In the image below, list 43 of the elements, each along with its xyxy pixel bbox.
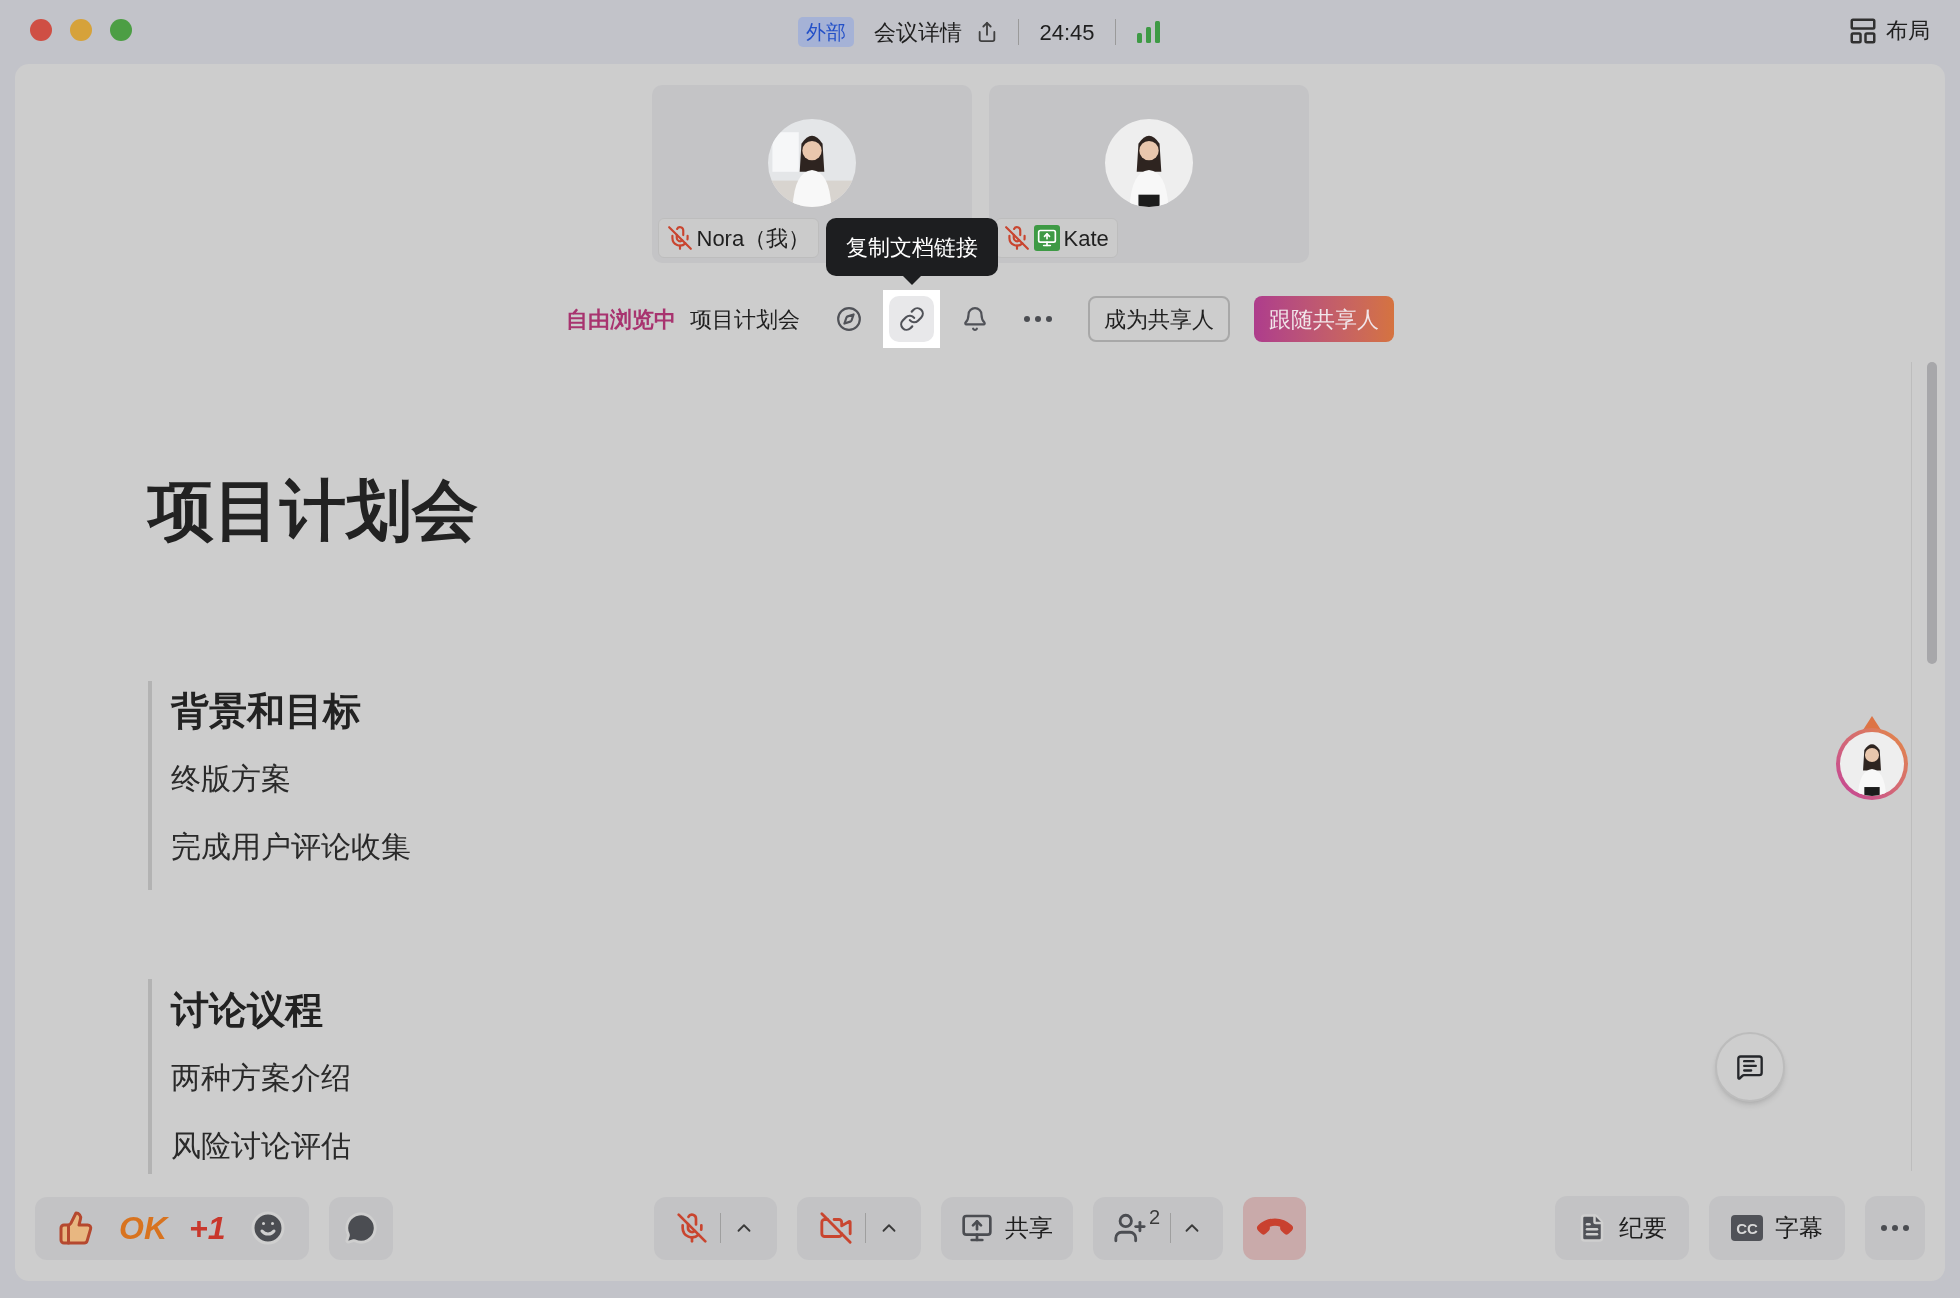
meeting-timer: 24:45 <box>1039 18 1095 47</box>
layout-button[interactable]: 布局 <box>1848 14 1930 47</box>
more-button[interactable] <box>1865 1196 1925 1260</box>
tooltip-pointer <box>902 276 921 285</box>
section-item: 终版方案 <box>171 761 291 797</box>
browsing-status: 自由浏览中 <box>566 305 676 334</box>
compass-icon <box>835 306 862 332</box>
section-item: 风险讨论评估 <box>171 1128 351 1164</box>
more-icon <box>1881 1225 1909 1231</box>
become-presenter-button[interactable]: 成为共享人 <box>1088 296 1230 342</box>
document-title: 项目计划会 <box>148 473 478 547</box>
participants-control[interactable]: 2 <box>1093 1196 1223 1260</box>
comment-icon <box>1736 1053 1764 1081</box>
scrollbar-thumb[interactable] <box>1927 362 1937 664</box>
add-participant-icon <box>1112 1211 1147 1245</box>
signal-icon <box>1135 21 1162 43</box>
screen-share-icon <box>961 1212 993 1244</box>
chat-icon <box>344 1211 379 1245</box>
thumbs-up-icon <box>58 1210 94 1246</box>
external-badge: 外部 <box>798 17 855 47</box>
document-name: 项目计划会 <box>690 305 800 334</box>
section-item: 两种方案介绍 <box>171 1060 351 1096</box>
participant-name: Nora（我） <box>696 224 811 253</box>
more-icon <box>1023 316 1052 322</box>
smile-icon <box>250 1210 287 1246</box>
participant-count: 2 <box>1148 1205 1161 1230</box>
captions-button[interactable]: CC 字幕 <box>1709 1196 1845 1260</box>
comment-button[interactable] <box>1715 1032 1785 1102</box>
link-icon <box>898 306 925 332</box>
close-window-button[interactable] <box>30 19 52 41</box>
section-item: 完成用户评论收集 <box>171 829 411 865</box>
notes-button[interactable]: 纪要 <box>1555 1196 1689 1260</box>
camera-control[interactable] <box>797 1196 921 1260</box>
section-heading: 背景和目标 <box>171 689 361 734</box>
bell-icon <box>961 306 988 332</box>
meeting-details-button[interactable]: 会议详情 <box>874 15 999 49</box>
chat-button[interactable] <box>329 1196 394 1260</box>
captions-icon: CC <box>1731 1215 1763 1241</box>
share-screen-button[interactable]: 共享 <box>941 1196 1073 1260</box>
section-heading: 讨论议程 <box>171 988 323 1033</box>
hang-up-button[interactable] <box>1243 1196 1306 1260</box>
microphone-control[interactable] <box>654 1196 777 1260</box>
participant-name: Kate <box>1063 224 1109 253</box>
